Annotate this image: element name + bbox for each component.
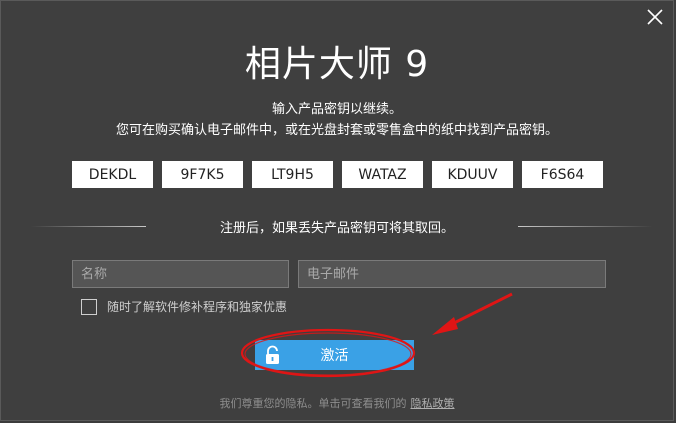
activation-dialog: 相片大师 9 输入产品密钥以继续。 您可在购买确认电子邮件中，或在光盘封套或零售… [0,0,674,421]
close-icon[interactable] [645,7,665,27]
name-field[interactable] [72,260,289,288]
activate-button-label: 激活 [320,348,349,364]
updates-checkbox-row: 随时了解软件修补程序和独家优惠 [81,298,287,315]
updates-checkbox[interactable] [81,298,97,315]
product-key-field-6[interactable]: F6S64 [522,161,603,188]
unlock-icon [264,345,282,365]
privacy-footer: 我们尊重您的隐私。单击可查看我们的 隐私政策 [1,395,673,411]
arrow-annotation [432,292,513,335]
divider-line-right [518,226,653,227]
email-field[interactable] [298,260,606,288]
product-key-field-4[interactable]: WATAZ [342,161,423,188]
instruction-detail-text: 您可在购买确认电子邮件中，或在光盘封套或零售盒中的纸中找到产品密钥。 [115,123,558,138]
privacy-footer-text: 我们尊重您的隐私。单击可查看我们的 [219,397,407,410]
dialog-title: 相片大师 9 [244,44,430,85]
updates-checkbox-label: 随时了解软件修补程序和独家优惠 [107,300,288,314]
privacy-policy-link[interactable]: 隐私政策 [411,397,455,410]
product-key-field-5[interactable]: KDUUV [432,161,513,188]
instruction-text: 输入产品密钥以继续。 [271,102,402,117]
product-key-field-1[interactable]: DEKDL [72,161,153,188]
activate-button[interactable]: 激活 [255,340,414,370]
product-key-fields: DEKDL 9F7K5 LT9H5 WATAZ KDUUV F6S64 [72,161,603,188]
product-key-field-2[interactable]: 9F7K5 [162,161,243,188]
product-key-field-3[interactable]: LT9H5 [252,161,333,188]
register-divider: 注册后，如果丢失产品密钥可将其取回。 [1,217,673,237]
